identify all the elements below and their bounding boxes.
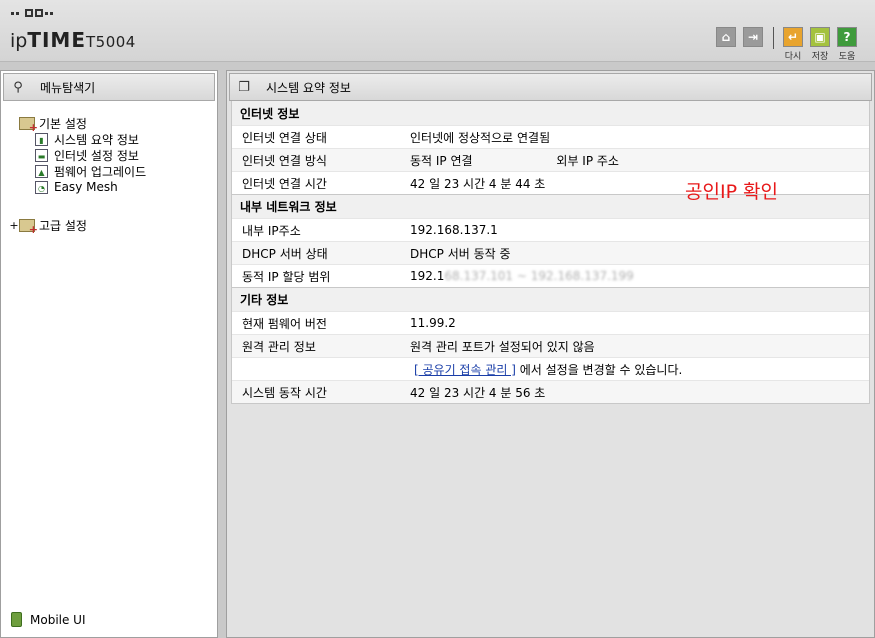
monitor-icon: ▬	[35, 148, 48, 162]
main-header: ❐ 시스템 요약 정보	[229, 73, 872, 101]
main-panel: ❐ 시스템 요약 정보 인터넷 정보 인터넷 연결 상태 인터넷에 정상적으로 …	[226, 70, 875, 638]
table-row: [ 공유기 접속 관리 ] 에서 설정을 변경할 수 있습니다.	[232, 357, 869, 380]
sidebar: ⚲ 메뉴탐색기 기본 설정 ▮ 시스템 요약 정보 ▬ 인터넷 설정 정보 ▲ …	[0, 70, 218, 638]
logo-mark	[11, 9, 53, 17]
save-icon: ▣	[810, 27, 830, 47]
section-other: 기타 정보	[232, 287, 869, 311]
mobile-ui-link[interactable]: Mobile UI	[11, 612, 86, 627]
upgrade-icon: ▲	[35, 164, 48, 178]
blurred-ip-range: 68.137.101 ~ 192.168.137.199	[444, 269, 634, 283]
help-button[interactable]: ? 도움	[835, 27, 859, 62]
sidebar-item-firmware-upgrade[interactable]: ▲ 펌웨어 업그레이드	[9, 163, 146, 179]
tree-group-basic[interactable]: 기본 설정	[9, 115, 146, 134]
public-ip-annotation: 공인IP 확인	[685, 181, 779, 203]
router-access-link[interactable]: [ 공유기 접속 관리 ]	[414, 363, 516, 377]
sidebar-title: 메뉴탐색기	[40, 80, 96, 95]
help-icon: ?	[837, 27, 857, 47]
table-row: DHCP 서버 상태 DHCP 서버 동작 중	[232, 241, 869, 264]
sidebar-item-internet-settings[interactable]: ▬ 인터넷 설정 정보	[9, 147, 146, 163]
home-button[interactable]: ⌂	[714, 27, 738, 49]
table-row: 동적 IP 할당 범위 192.168.137.101 ~ 192.168.13…	[232, 264, 869, 287]
folder-icon	[19, 116, 38, 134]
section-internet: 인터넷 정보	[232, 101, 869, 125]
chart-icon: ▮	[35, 132, 48, 146]
sidebar-header: ⚲ 메뉴탐색기	[3, 73, 215, 101]
toolbar: ⌂ ⇥ ↵ 다시 ▣ 저장 ? 도움	[711, 27, 859, 62]
table-row: 인터넷 연결 상태 인터넷에 정상적으로 연결됨	[232, 125, 869, 148]
summary-table: 인터넷 정보 인터넷 연결 상태 인터넷에 정상적으로 연결됨 인터넷 연결 방…	[231, 101, 870, 404]
logout-icon: ⇥	[743, 27, 763, 47]
table-row: 원격 관리 정보 원격 관리 포트가 설정되어 있지 않음	[232, 334, 869, 357]
table-row: 인터넷 연결 방식 동적 IP 연결 외부 IP 주소	[232, 148, 869, 171]
toolbar-separator	[773, 27, 774, 49]
window-icon: ❐	[238, 79, 250, 95]
folder-icon	[19, 218, 38, 236]
phone-icon	[11, 612, 22, 627]
refresh-icon: ↵	[783, 27, 803, 47]
table-row: 시스템 동작 시간 42 일 23 시간 4 분 56 초	[232, 380, 869, 403]
table-row: 현재 펌웨어 버전 11.99.2	[232, 311, 869, 334]
search-icon: ⚲	[13, 79, 23, 95]
home-icon: ⌂	[716, 27, 736, 47]
table-row: 내부 IP주소 192.168.137.1	[232, 218, 869, 241]
refresh-button[interactable]: ↵ 다시	[781, 27, 805, 62]
menu-tree: 기본 설정 ▮ 시스템 요약 정보 ▬ 인터넷 설정 정보 ▲ 펌웨어 업그레이…	[9, 115, 146, 236]
logo: ipTIMET5004	[10, 28, 136, 52]
tree-group-advanced[interactable]: + 고급 설정	[9, 217, 146, 236]
save-button[interactable]: ▣ 저장	[808, 27, 832, 62]
sidebar-item-easy-mesh[interactable]: ◔ Easy Mesh	[9, 179, 146, 195]
logout-button[interactable]: ⇥	[741, 27, 765, 49]
expand-toggle[interactable]: +	[9, 219, 19, 232]
mesh-icon: ◔	[35, 180, 48, 194]
header: ipTIMET5004 ⌂ ⇥ ↵ 다시 ▣ 저장 ? 도움	[0, 0, 875, 62]
page-title: 시스템 요약 정보	[266, 80, 351, 95]
